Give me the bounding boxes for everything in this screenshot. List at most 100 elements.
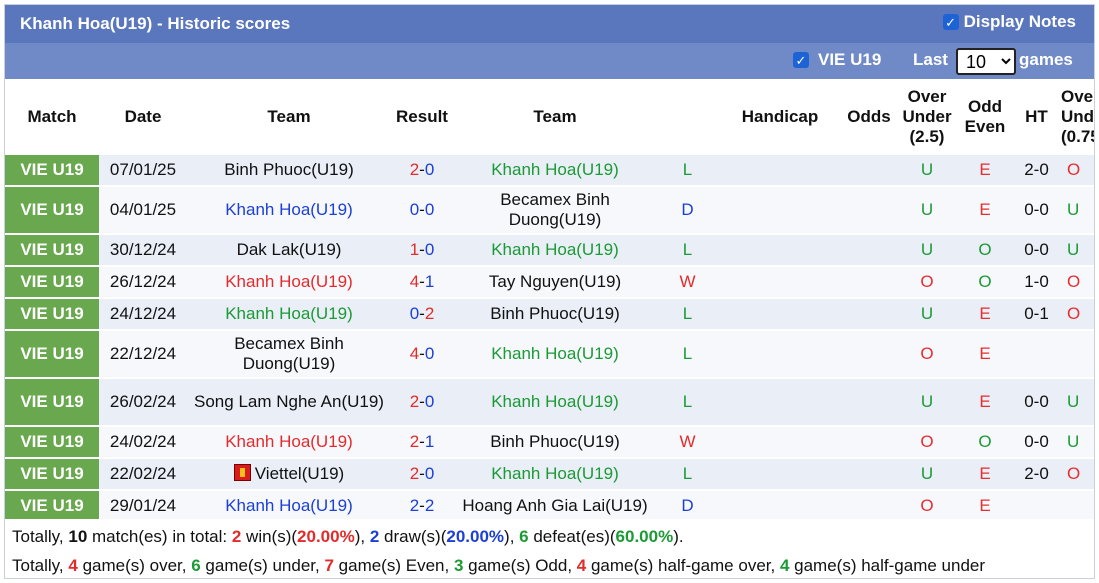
- league-cell[interactable]: VIE U19: [5, 491, 99, 521]
- date-cell: 30/12/24: [99, 235, 187, 265]
- league-filter-toggle[interactable]: ✓ VIE U19: [793, 50, 881, 70]
- result-cell[interactable]: 1-0: [391, 235, 453, 265]
- result-cell[interactable]: 4-1: [391, 267, 453, 297]
- home-team-name[interactable]: Khanh Hoa(U19): [225, 304, 353, 323]
- date-cell: 24/02/24: [99, 427, 187, 457]
- summary-totals-line: Totally, 4 game(s) over, 6 game(s) under…: [12, 556, 986, 575]
- table-row[interactable]: VIE U19 30/12/24 Dak Lak(U19) 1-0 Khanh Hoa(…: [5, 235, 1094, 265]
- home-team-cell[interactable]: Khanh Hoa(U19): [187, 267, 391, 297]
- win-count: 2: [231, 527, 242, 546]
- away-team-cell[interactable]: Becamex Binh Duong(U19): [453, 187, 657, 233]
- result-cell[interactable]: 2-0: [391, 459, 453, 489]
- away-team-name[interactable]: Khanh Hoa(U19): [491, 464, 619, 483]
- table-row[interactable]: VIE U19 24/02/24 Khanh Hoa(U19) 2-1 Binh Phu…: [5, 427, 1094, 457]
- odd-even-cell: O: [958, 235, 1012, 265]
- home-team-name[interactable]: Khanh Hoa(U19): [225, 432, 353, 451]
- away-team-cell[interactable]: Tay Nguyen(U19): [453, 267, 657, 297]
- away-team-cell[interactable]: Khanh Hoa(U19): [453, 155, 657, 185]
- games-count-select[interactable]: 10: [956, 48, 1016, 75]
- away-team-cell[interactable]: Binh Phuoc(U19): [453, 427, 657, 457]
- home-team-name[interactable]: Dak Lak(U19): [237, 240, 342, 259]
- checkbox-checked-icon[interactable]: ✓: [942, 14, 959, 30]
- table-row[interactable]: VIE U19 24/12/24 Khanh Hoa(U19) 0-2 Binh Phu…: [5, 299, 1094, 329]
- league-cell[interactable]: VIE U19: [5, 331, 99, 377]
- away-team-name[interactable]: Khanh Hoa(U19): [491, 344, 619, 363]
- home-team-cell[interactable]: Khanh Hoa(U19): [187, 491, 391, 521]
- over-under-cell: O: [896, 491, 958, 521]
- away-team-cell[interactable]: Khanh Hoa(U19): [453, 459, 657, 489]
- home-team-cell[interactable]: Dak Lak(U19): [187, 235, 391, 265]
- table-row[interactable]: VIE U19 26/12/24 Khanh Hoa(U19) 4-1 Tay Nguy…: [5, 267, 1094, 297]
- table-row[interactable]: VIE U19 22/02/24 Viettel(U19) 2-0 Khanh Hoa(…: [5, 459, 1094, 489]
- away-team-name[interactable]: Becamex Binh Duong(U19): [500, 190, 610, 229]
- home-team-name[interactable]: Khanh Hoa(U19): [225, 496, 353, 515]
- date-cell: 22/12/24: [99, 331, 187, 377]
- away-team-name[interactable]: Khanh Hoa(U19): [491, 160, 619, 179]
- home-team-name[interactable]: Viettel(U19): [255, 464, 344, 483]
- table-row[interactable]: VIE U19 22/12/24 Becamex Binh Duong(U19) 4-…: [5, 331, 1094, 377]
- over-under-075-cell: U: [1061, 379, 1094, 425]
- table-row[interactable]: VIE U19 07/01/25 Binh Phuoc(U19) 2-0 Khanh H…: [5, 155, 1094, 185]
- result-letter-cell: D: [657, 491, 718, 521]
- table-row[interactable]: VIE U19 04/01/25 Khanh Hoa(U19) 0-0 Becamex …: [5, 187, 1094, 233]
- display-notes-toggle[interactable]: ✓ Display Notes: [942, 12, 1076, 32]
- home-team-name[interactable]: Khanh Hoa(U19): [225, 200, 353, 219]
- result-cell[interactable]: 4-0: [391, 331, 453, 377]
- away-team-name[interactable]: Hoang Anh Gia Lai(U19): [462, 496, 647, 515]
- odds-cell: [842, 155, 896, 185]
- ht-cell: 1-0: [1012, 267, 1061, 297]
- last-label: Last: [913, 50, 948, 69]
- checkbox-checked-icon[interactable]: ✓: [793, 52, 809, 68]
- league-cell[interactable]: VIE U19: [5, 187, 99, 233]
- home-team-name[interactable]: Khanh Hoa(U19): [225, 272, 353, 291]
- result-cell[interactable]: 2-0: [391, 379, 453, 425]
- ht-cell: 0-0: [1012, 235, 1061, 265]
- away-team-name[interactable]: Binh Phuoc(U19): [490, 304, 619, 323]
- away-team-cell[interactable]: Khanh Hoa(U19): [453, 331, 657, 377]
- result-letter-cell: L: [657, 235, 718, 265]
- league-cell[interactable]: VIE U19: [5, 379, 99, 425]
- over-under-075-cell: U: [1061, 187, 1094, 233]
- col-ht: HT: [1012, 81, 1061, 153]
- home-team-cell[interactable]: Khanh Hoa(U19): [187, 187, 391, 233]
- home-team-cell[interactable]: Binh Phuoc(U19): [187, 155, 391, 185]
- away-team-cell[interactable]: Khanh Hoa(U19): [453, 379, 657, 425]
- away-team-name[interactable]: Khanh Hoa(U19): [491, 240, 619, 259]
- home-team-cell[interactable]: Khanh Hoa(U19): [187, 299, 391, 329]
- home-team-cell[interactable]: Becamex Binh Duong(U19): [187, 331, 391, 377]
- home-team-name[interactable]: Becamex Binh Duong(U19): [234, 334, 344, 373]
- away-team-name[interactable]: Tay Nguyen(U19): [489, 272, 621, 291]
- home-team-cell[interactable]: Song Lam Nghe An(U19): [187, 379, 391, 425]
- summary-results-line: Totally, 10 match(es) in total: 2 win(s)…: [12, 527, 684, 546]
- result-cell[interactable]: 2-1: [391, 427, 453, 457]
- over-under-cell: O: [896, 427, 958, 457]
- league-cell[interactable]: VIE U19: [5, 427, 99, 457]
- table-row[interactable]: VIE U19 26/02/24 Song Lam Nghe An(U19) 2-0 K…: [5, 379, 1094, 425]
- table-row[interactable]: VIE U19 29/01/24 Khanh Hoa(U19) 2-2 Hoang An…: [5, 491, 1094, 521]
- away-team-cell[interactable]: Binh Phuoc(U19): [453, 299, 657, 329]
- over-under-075-cell: O: [1061, 459, 1094, 489]
- date-cell: 26/02/24: [99, 379, 187, 425]
- league-cell[interactable]: VIE U19: [5, 155, 99, 185]
- away-team-name[interactable]: Binh Phuoc(U19): [490, 432, 619, 451]
- away-team-cell[interactable]: Khanh Hoa(U19): [453, 235, 657, 265]
- ht-cell: [1012, 331, 1061, 377]
- defeat-percent: 60.00%: [615, 527, 674, 546]
- home-team-cell[interactable]: Khanh Hoa(U19): [187, 427, 391, 457]
- league-cell[interactable]: VIE U19: [5, 459, 99, 489]
- home-team-name[interactable]: Song Lam Nghe An(U19): [194, 392, 384, 411]
- result-cell[interactable]: 2-0: [391, 155, 453, 185]
- result-cell[interactable]: 0-0: [391, 187, 453, 233]
- result-cell[interactable]: 2-2: [391, 491, 453, 521]
- away-team-name[interactable]: Khanh Hoa(U19): [491, 392, 619, 411]
- home-team-cell[interactable]: Viettel(U19): [187, 459, 391, 489]
- away-team-cell[interactable]: Hoang Anh Gia Lai(U19): [453, 491, 657, 521]
- league-cell[interactable]: VIE U19: [5, 235, 99, 265]
- result-cell[interactable]: 0-2: [391, 299, 453, 329]
- odd-even-cell: O: [958, 267, 1012, 297]
- ht-cell: 0-0: [1012, 379, 1061, 425]
- league-cell[interactable]: VIE U19: [5, 267, 99, 297]
- league-cell[interactable]: VIE U19: [5, 299, 99, 329]
- result-letter-cell: L: [657, 155, 718, 185]
- home-team-name[interactable]: Binh Phuoc(U19): [224, 160, 353, 179]
